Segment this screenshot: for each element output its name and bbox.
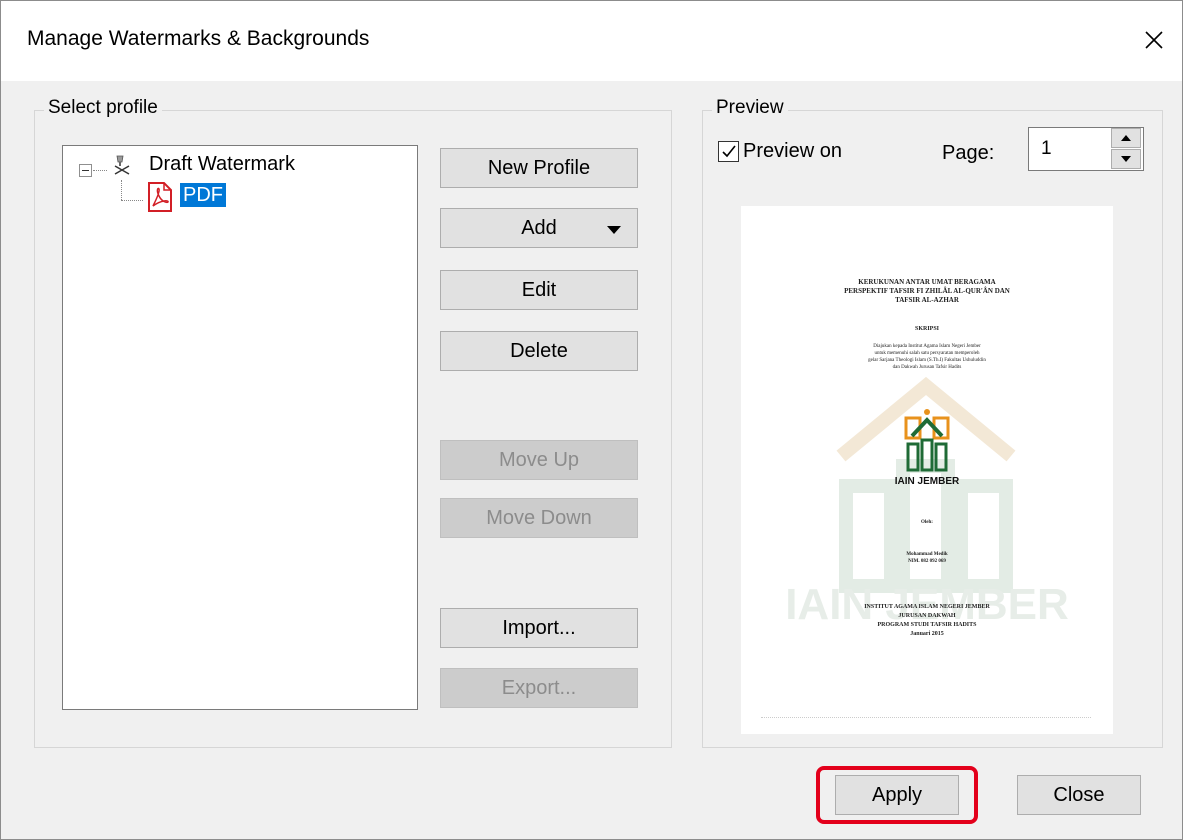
doc-title-line: KERUKUNAN ANTAR UMAT BERAGAMA bbox=[858, 278, 996, 286]
close-window-icon[interactable] bbox=[1139, 25, 1169, 55]
edit-button[interactable]: Edit bbox=[440, 270, 638, 310]
profile-tree[interactable]: Draft Watermark PDF bbox=[62, 145, 418, 710]
title-bar: Manage Watermarks & Backgrounds bbox=[1, 1, 1182, 81]
preview-on-label[interactable]: Preview on bbox=[743, 140, 842, 163]
doc-footer bbox=[761, 717, 1091, 718]
import-button[interactable]: Import... bbox=[440, 608, 638, 648]
doc-author: Mohammad Medik bbox=[906, 552, 948, 557]
preview-on-checkbox[interactable] bbox=[718, 141, 739, 162]
down-arrow-icon bbox=[1121, 156, 1131, 162]
doc-institution-line: PROGRAM STUDI TAFSIR HADITS bbox=[877, 622, 977, 628]
doc-date: Januari 2015 bbox=[910, 631, 944, 637]
tree-connector bbox=[93, 170, 107, 171]
preview-label: Preview bbox=[712, 97, 788, 119]
move-down-button[interactable]: Move Down bbox=[440, 498, 638, 538]
doc-author-block: Mohammad Medik NIM. 082 092 069 bbox=[741, 551, 1113, 565]
doc-title-line: PERSPEKTIF TAFSIR FI ZHILÂL AL-QUR'ÂN DA… bbox=[844, 287, 1010, 295]
draft-watermark-icon bbox=[109, 152, 137, 185]
doc-description-line: gelar Sarjana Theologi Islam (S.Th.I) Fa… bbox=[868, 358, 986, 363]
doc-institution-line: INSTITUT AGAMA ISLAM NEGERI JEMBER bbox=[864, 604, 990, 610]
doc-title-line: TAFSIR AL-AZHAR bbox=[895, 296, 959, 304]
doc-description-line: untuk memenuhi salah satu persyaratan me… bbox=[874, 351, 980, 356]
doc-institution: INSTITUT AGAMA ISLAM NEGERI JEMBER JURUS… bbox=[741, 603, 1113, 639]
doc-by: Oleh: bbox=[921, 520, 933, 525]
doc-description-line: Diajukan kepada Institut Agama Islam Neg… bbox=[873, 344, 981, 349]
tree-item-draft-watermark[interactable]: Draft Watermark bbox=[149, 153, 295, 176]
iain-jember-logo bbox=[904, 409, 950, 472]
doc-title: KERUKUNAN ANTAR UMAT BERAGAMA PERSPEKTIF… bbox=[741, 278, 1113, 305]
pdf-icon bbox=[147, 182, 173, 217]
export-button[interactable]: Export... bbox=[440, 668, 638, 708]
tree-item-pdf-label: PDF bbox=[180, 183, 226, 207]
delete-button[interactable]: Delete bbox=[440, 331, 638, 371]
tree-connector bbox=[121, 200, 143, 201]
close-button[interactable]: Close bbox=[1017, 775, 1141, 815]
doc-nim: NIM. 082 092 069 bbox=[908, 559, 946, 564]
page-spinner[interactable]: 1 bbox=[1028, 127, 1144, 171]
apply-highlight bbox=[816, 766, 978, 824]
add-button-label: Add bbox=[521, 216, 557, 239]
doc-description: Diajukan kepada Institut Agama Islam Neg… bbox=[741, 343, 1113, 371]
up-arrow-icon bbox=[1121, 135, 1131, 141]
page-down-button[interactable] bbox=[1111, 149, 1141, 169]
select-profile-label: Select profile bbox=[44, 97, 162, 119]
page-up-button[interactable] bbox=[1111, 128, 1141, 148]
doc-description-line: dan Dakwah Jurusan Tafsir Hadits bbox=[892, 365, 962, 370]
manage-watermarks-dialog: Manage Watermarks & Backgrounds Select p… bbox=[0, 0, 1183, 840]
dropdown-arrow-icon bbox=[607, 226, 621, 234]
dialog-title: Manage Watermarks & Backgrounds bbox=[27, 27, 370, 50]
collapse-icon[interactable] bbox=[79, 164, 92, 177]
tree-item-pdf[interactable]: PDF bbox=[180, 183, 226, 207]
new-profile-button[interactable]: New Profile bbox=[440, 148, 638, 188]
move-up-button[interactable]: Move Up bbox=[440, 440, 638, 480]
page-value: 1 bbox=[1041, 138, 1052, 159]
logo-caption: IAIN JEMBER bbox=[894, 476, 960, 487]
add-button[interactable]: Add bbox=[440, 208, 638, 248]
page-label: Page: bbox=[942, 142, 995, 164]
doc-institution-line: JURUSAN DAKWAH bbox=[898, 613, 956, 619]
preview-page: IAIN JEMBER KERUKUNAN ANTAR UMAT BERAGAM… bbox=[741, 206, 1113, 734]
doc-type: SKRIPSI bbox=[914, 326, 939, 332]
tree-connector bbox=[121, 180, 122, 200]
